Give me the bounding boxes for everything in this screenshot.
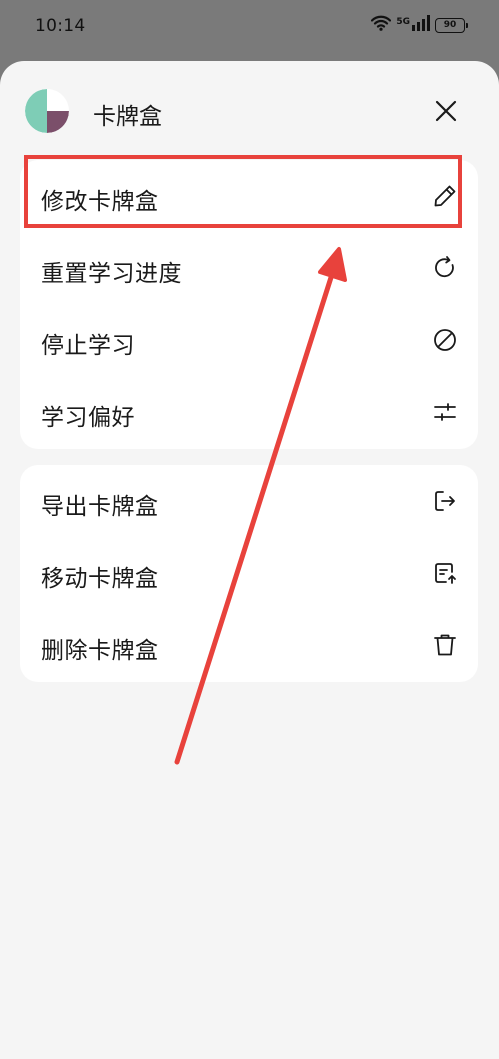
pencil-icon [432,183,458,209]
menu-item-label: 导出卡牌盒 [41,494,159,520]
status-time: 10:14 [35,16,86,36]
menu-item-label: 停止学习 [41,333,135,359]
menu-item-label: 修改卡牌盒 [41,189,159,215]
menu-item-stop-learning[interactable]: 停止学习 [20,304,478,376]
battery-icon: 90 [435,17,468,33]
deck-avatar [25,89,69,133]
menu-item-label: 重置学习进度 [41,261,182,287]
refresh-icon [432,255,458,281]
move-icon [432,560,458,586]
menu-item-edit-deck[interactable]: 修改卡牌盒 [20,160,478,232]
battery-level: 90 [443,20,457,30]
status-icons: 5G 90 [371,15,468,35]
sheet-header: 卡牌盒 [0,61,499,161]
wifi-icon [371,15,392,35]
status-bar: 10:14 5G 90 [0,0,499,56]
menu-item-label: 学习偏好 [41,405,135,431]
menu-item-reset-progress[interactable]: 重置学习进度 [20,232,478,304]
sliders-icon [432,399,458,425]
menu-item-export-deck[interactable]: 导出卡牌盒 [20,465,478,537]
menu-item-move-deck[interactable]: 移动卡牌盒 [20,537,478,609]
menu-item-label: 移动卡牌盒 [41,566,159,592]
sheet-title: 卡牌盒 [93,104,162,130]
export-icon [432,488,458,514]
menu-card-secondary: 导出卡牌盒 移动卡牌盒 删除卡牌盒 [20,465,478,682]
menu-item-label: 删除卡牌盒 [41,638,159,664]
close-button[interactable] [426,91,466,131]
network-type-label: 5G [396,16,410,27]
menu-card-primary: 修改卡牌盒 重置学习进度 停止学习 学习偏好 [20,160,478,449]
trash-icon [432,632,458,658]
close-icon [435,100,457,122]
menu-item-learning-preferences[interactable]: 学习偏好 [20,376,478,448]
menu-item-delete-deck[interactable]: 删除卡牌盒 [20,609,478,681]
signal-icon [412,15,430,35]
stop-icon [432,327,458,353]
